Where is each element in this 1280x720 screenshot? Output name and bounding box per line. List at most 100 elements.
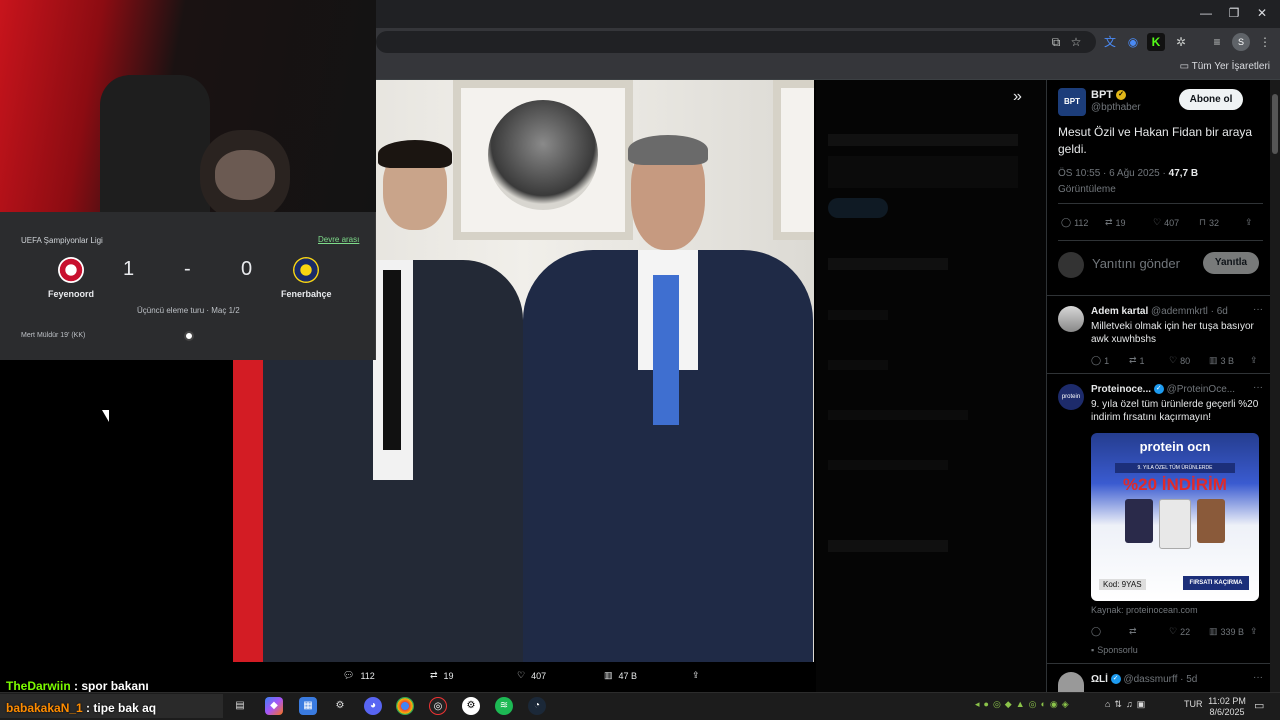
reply-reply-count[interactable]: ◯ 1: [1091, 355, 1109, 366]
away-score: 0: [241, 258, 253, 280]
photo-reply-button[interactable]: 💬︎ 112: [343, 670, 375, 681]
photo-retweet-button[interactable]: ⇄ 19: [430, 670, 454, 681]
bookmark-count[interactable]: ⊓ 32: [1199, 217, 1219, 228]
reply-icon: ◯: [1061, 217, 1072, 227]
collapse-icon[interactable]: »: [1013, 88, 1022, 106]
tweet-sidebar: BPT BPT ✓ @bpthaber Abone ol Mesut Özil …: [1046, 80, 1271, 692]
home-team-name: Feyenoord: [48, 289, 95, 299]
translate-icon[interactable]: 文: [1101, 33, 1119, 51]
chrome-icon[interactable]: [396, 697, 414, 715]
verified-gold-icon: ✓: [1116, 90, 1127, 101]
reply-input[interactable]: Yanıtını gönder: [1092, 256, 1180, 271]
more-icon[interactable]: ···: [1253, 382, 1263, 393]
tweet-text: Mesut Özil ve Hakan Fidan bir araya geld…: [1058, 125, 1253, 156]
reply-avatar[interactable]: [1058, 306, 1084, 332]
reply-share-button[interactable]: ⇪: [1250, 355, 1258, 366]
views-icon: ▥: [1209, 626, 1218, 636]
ad-image[interactable]: protein ocn 9. YILA ÖZEL TÜM ÜRÜNLERDE %…: [1091, 433, 1259, 601]
ad-views-count[interactable]: ▥ 339 B: [1209, 626, 1244, 637]
match-event: Mert Müldür 19' (KK): [21, 332, 86, 339]
photo-share-button[interactable]: ⇪: [692, 670, 700, 681]
more-icon[interactable]: ···: [1253, 304, 1263, 315]
divider: [1047, 373, 1271, 374]
retweet-count[interactable]: ⇄ 19: [1105, 217, 1126, 228]
task-view-icon[interactable]: ▤: [231, 697, 249, 715]
divider: [1058, 240, 1263, 241]
heart-icon: ♡: [1169, 626, 1178, 636]
reply-button[interactable]: Yanıtla: [1203, 252, 1259, 274]
steelseries-icon[interactable]: ⚙: [462, 697, 480, 715]
chat-username: TheDarwiin: [6, 679, 71, 693]
clock[interactable]: 11:02 PM 8/6/2025: [1207, 696, 1247, 718]
extensions-icon[interactable]: ✲: [1172, 33, 1190, 51]
scrollbar[interactable]: [1270, 80, 1280, 692]
kick-extension-icon[interactable]: K: [1147, 33, 1165, 51]
ad-like-count[interactable]: ♡ 22: [1169, 626, 1190, 637]
copilot-icon[interactable]: ◆: [265, 697, 283, 715]
extension-audio-icon[interactable]: ◉: [1124, 33, 1142, 51]
reply-like-count[interactable]: ♡ 80: [1169, 355, 1190, 366]
ad-reply-button[interactable]: ◯: [1091, 626, 1101, 637]
language-indicator[interactable]: TUR: [1184, 699, 1203, 709]
more-icon[interactable]: ···: [1253, 672, 1263, 683]
notifications-icon[interactable]: ▭: [1254, 699, 1264, 712]
spotify-icon[interactable]: ≋: [495, 697, 513, 715]
chat-message: TheDarwiin : spor bakanı: [6, 679, 149, 693]
soccer-ball-icon: [184, 331, 194, 341]
all-bookmarks-link[interactable]: ▭ Tüm Yer İşaretleri: [1180, 61, 1270, 72]
steam-icon[interactable]: ◔: [528, 697, 546, 715]
reply-views-count[interactable]: ▥ 3 B: [1209, 355, 1234, 366]
settings-icon[interactable]: ⚙: [331, 697, 349, 715]
ad-header: Proteinoce... ✓ @ProteinOce...: [1091, 384, 1236, 395]
dimmed-right-column: [816, 80, 1046, 692]
folder-icon: ▭: [1179, 61, 1190, 72]
tweet-author[interactable]: BPT ✓: [1091, 89, 1127, 101]
follow-button[interactable]: Abone ol: [1179, 89, 1243, 110]
retweet-icon: ⇄: [1105, 217, 1113, 227]
ad-text: 9. yıla özel tüm ürünlerde geçerli %20 i…: [1091, 399, 1259, 423]
ad-banner: 9. YILA ÖZEL TÜM ÜRÜNLERDE: [1115, 463, 1235, 473]
match-status[interactable]: Devre arası: [318, 235, 359, 244]
reading-list-icon[interactable]: ≡: [1208, 33, 1226, 51]
ad-source[interactable]: Kaynak: proteinocean.com: [1091, 605, 1198, 615]
gaming-chair: [100, 75, 210, 212]
share-button[interactable]: ⇪: [1245, 217, 1253, 228]
close-icon[interactable]: ✕: [1252, 6, 1272, 20]
reply-icon: ◯: [1091, 355, 1102, 365]
discord-icon[interactable]: ◕: [364, 697, 382, 715]
webcam-overlay: [0, 0, 376, 212]
user-avatar[interactable]: [1058, 252, 1084, 278]
person-right-tie: [653, 275, 679, 425]
reply-retweet-count[interactable]: ⇄ 1: [1129, 355, 1145, 366]
bookmark-icon: ⊓: [1199, 217, 1207, 227]
reply-header: ΩLİ ✓ @dassmurff · 5d: [1091, 674, 1198, 685]
reply-avatar[interactable]: [1058, 672, 1084, 692]
restore-icon[interactable]: ❐: [1224, 6, 1244, 20]
photo-like-button[interactable]: ♡ 407: [517, 670, 546, 681]
store-icon[interactable]: ▦: [299, 697, 317, 715]
ad-avatar[interactable]: protein: [1058, 384, 1084, 410]
menu-icon[interactable]: ⋮: [1256, 33, 1274, 51]
profile-avatar[interactable]: S: [1232, 33, 1250, 51]
bookmark-star-icon[interactable]: ☆: [1067, 33, 1085, 51]
bpt-avatar[interactable]: BPT: [1058, 88, 1086, 116]
round-label: Üçüncü eleme turu · Maç 1/2: [137, 306, 240, 315]
tray-status-icons[interactable]: ⌂⇅♫▣: [1105, 699, 1149, 710]
install-icon[interactable]: ⧉: [1047, 33, 1065, 51]
like-count[interactable]: ♡ 407: [1153, 217, 1179, 228]
ad-share-button[interactable]: ⇪: [1250, 626, 1258, 637]
minimize-icon[interactable]: —: [1196, 6, 1216, 20]
reply-text: Milletveki olmak için her tuşa basıyor a…: [1091, 321, 1254, 345]
obs-icon[interactable]: ◎: [429, 697, 447, 715]
ad-retweet-button[interactable]: ⇄: [1129, 626, 1137, 637]
photo-views-button[interactable]: ▥ 47 B: [604, 670, 637, 681]
reply-count[interactable]: ◯ 112: [1061, 217, 1088, 228]
system-tray-icons[interactable]: ◂●◎◆▲◎◐◉◈: [975, 699, 1073, 710]
mouse-cursor: [102, 410, 109, 422]
retweet-icon: ⇄: [430, 670, 438, 680]
share-icon: ⇪: [1245, 217, 1253, 227]
views-icon: ▥: [1209, 355, 1218, 365]
tweet-handle[interactable]: @bpthaber: [1091, 102, 1141, 113]
score-separator: -: [184, 258, 191, 280]
address-bar[interactable]: [376, 31, 1096, 53]
